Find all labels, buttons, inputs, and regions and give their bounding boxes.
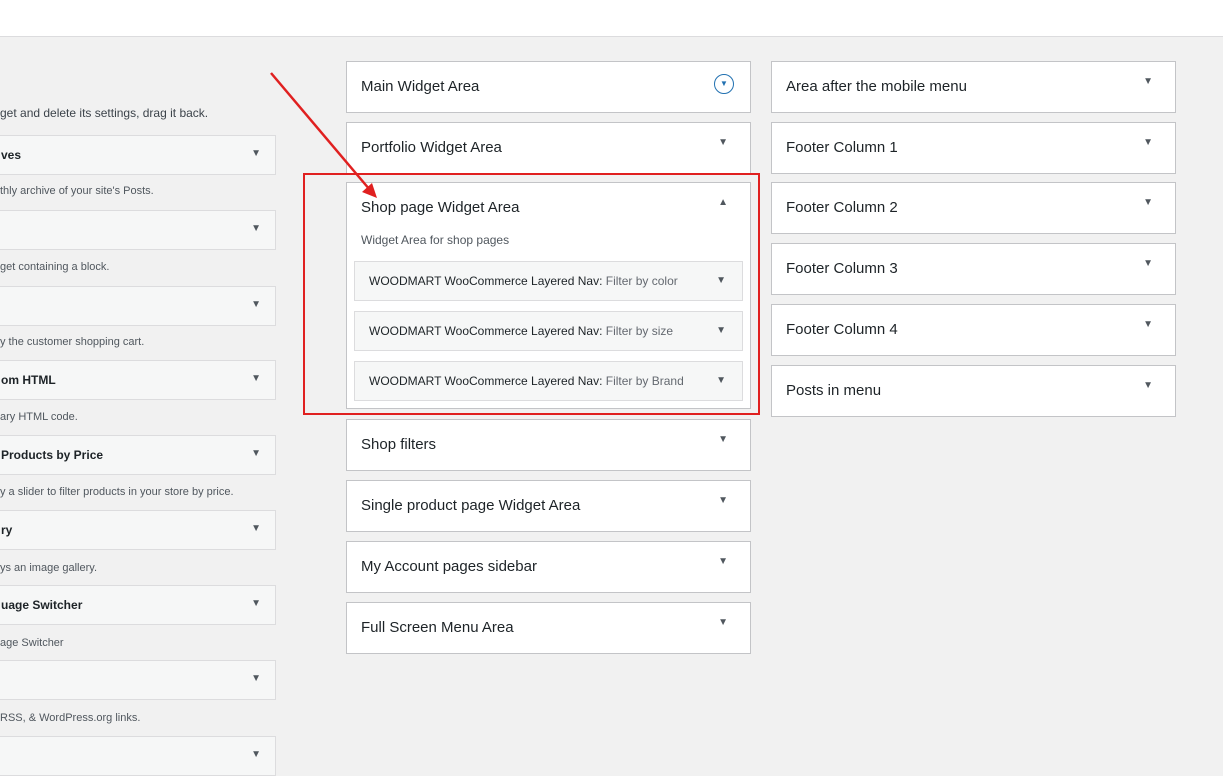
annotation-arrow-icon <box>270 72 377 198</box>
